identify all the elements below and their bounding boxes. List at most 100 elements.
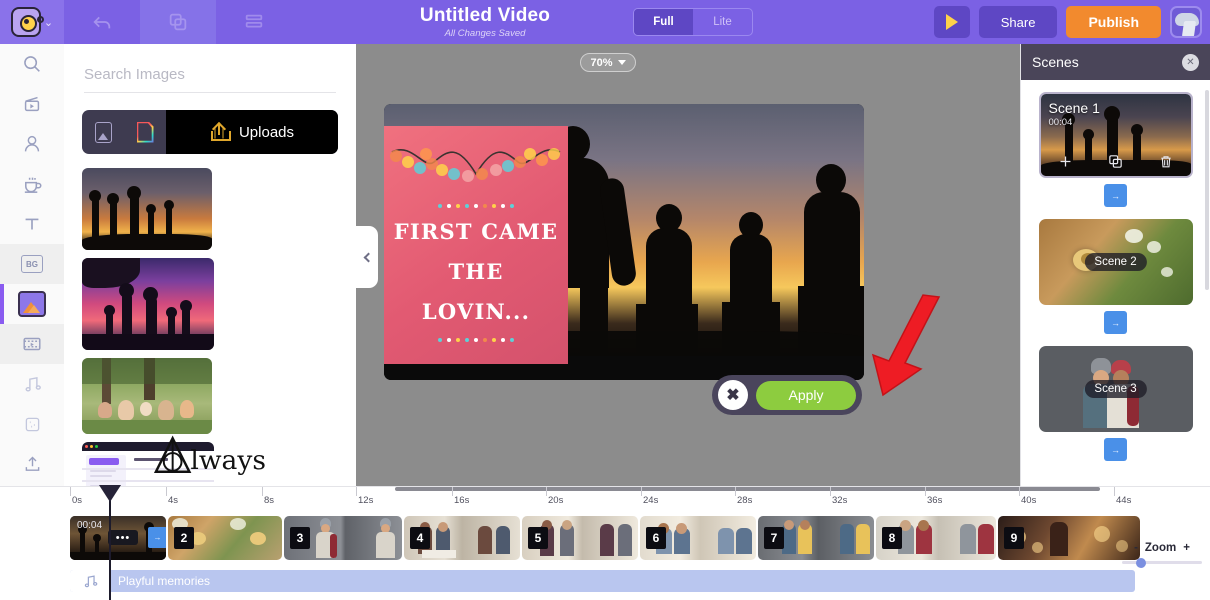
audio-track-name: Playful memories [118, 574, 210, 588]
images-panel: Search Images Uploads [64, 44, 356, 486]
video-stage[interactable]: First came the lovin... [384, 104, 864, 380]
dot-divider-top [384, 204, 568, 208]
table-row[interactable]: 00:04 ••• → [70, 516, 166, 560]
scene-card-2[interactable]: Scene 2 [1039, 219, 1193, 305]
ruler-tick: 16s [454, 495, 469, 506]
always-deathly-hallows-logo[interactable]: lways [152, 430, 270, 482]
scene-label: Scene 1 [1049, 100, 1100, 116]
coffee-cup-icon [21, 173, 44, 196]
search-input[interactable]: Search Images [84, 66, 336, 83]
clip-timestamp: 00:04 [77, 520, 102, 531]
tab-lite[interactable]: Lite [693, 9, 752, 35]
table-row[interactable]: 8 [876, 516, 996, 560]
clip-transition-1[interactable]: → [148, 527, 166, 548]
avatar[interactable] [1170, 6, 1202, 38]
overlay-text[interactable]: First came the lovin... [384, 212, 568, 332]
layers-icon [243, 11, 265, 33]
zoom-level-dropdown[interactable]: 70% [580, 53, 636, 72]
upload-icon [22, 454, 43, 475]
sidebar-item-clips[interactable] [0, 84, 64, 124]
cancel-button[interactable]: ✖ [718, 380, 748, 410]
sidebar-item-text[interactable] [0, 204, 64, 244]
table-row[interactable]: 6 [640, 516, 756, 560]
clip-menu-button[interactable]: ••• [108, 530, 138, 545]
share-button[interactable]: Share [979, 6, 1058, 38]
transition-button-1[interactable]: → [1104, 184, 1127, 207]
clapperboard-icon [21, 93, 43, 115]
play-icon [946, 14, 958, 30]
sidebar-item-upload[interactable] [0, 444, 64, 484]
scene-card-3[interactable]: Scene 3 [1039, 346, 1193, 432]
save-status: All Changes Saved [320, 28, 650, 39]
header-actions: Share Publish [934, 6, 1202, 38]
zoom-slider[interactable] [1122, 561, 1202, 564]
table-row[interactable]: 3 [284, 516, 402, 560]
thumbnail-family-in-forest[interactable] [82, 358, 212, 434]
tab-uploads[interactable]: Uploads [166, 110, 338, 154]
zoom-in-button[interactable]: + [1183, 542, 1190, 554]
clip-number: 2 [174, 527, 194, 549]
table-row[interactable]: 4 [404, 516, 520, 560]
playhead[interactable] [109, 487, 111, 600]
app-header: ⌄ Untitled Video All Changes Saved Full … [0, 0, 1210, 44]
duplicate-icon[interactable] [1107, 153, 1124, 170]
sidebar-item-effects[interactable] [0, 404, 64, 444]
ruler-tick: 44s [1116, 495, 1131, 506]
thumbnail-family-silhouette-sunset[interactable] [82, 168, 212, 250]
table-row[interactable]: 5 [522, 516, 638, 560]
sidebar-item-background[interactable]: BG [0, 244, 64, 284]
page-title[interactable]: Untitled Video [320, 5, 650, 27]
string-lights-icon [390, 140, 562, 202]
duplicate-icon [167, 11, 189, 33]
undo-icon [91, 11, 113, 33]
sidebar-item-props[interactable] [0, 164, 64, 204]
text-overlay-card[interactable]: First came the lovin... [384, 126, 568, 364]
overlay-line-2: the [384, 252, 568, 292]
layers-button[interactable] [216, 0, 292, 44]
duplicate-button[interactable] [140, 0, 216, 44]
close-icon[interactable]: ✕ [1182, 54, 1199, 71]
sidebar-item-characters[interactable] [0, 124, 64, 164]
scene-card-1[interactable]: Scene 1 00:04 [1039, 92, 1193, 178]
table-row[interactable]: 9 [998, 516, 1140, 560]
transition-button-3[interactable]: → [1104, 438, 1127, 461]
scenes-panel: Scenes ✕ Scene 1 00:04 → [1020, 44, 1210, 486]
tab-photos[interactable] [82, 110, 124, 154]
scene-label: Scene 2 [1084, 253, 1146, 271]
apply-button[interactable]: Apply [756, 381, 856, 410]
scenes-scrollbar[interactable] [1205, 90, 1209, 290]
search-row[interactable]: Search Images [84, 66, 336, 93]
publish-button[interactable]: Publish [1066, 6, 1161, 38]
mode-toggle[interactable]: Full Lite [633, 8, 753, 36]
plus-icon[interactable] [1057, 153, 1074, 170]
table-row[interactable]: 7 [758, 516, 874, 560]
scenes-header: Scenes ✕ [1021, 44, 1210, 80]
table-row[interactable]: 2 [168, 516, 282, 560]
preview-play-button[interactable] [934, 6, 970, 38]
transition-button-2[interactable]: → [1104, 311, 1127, 334]
sidebar-item-search[interactable] [0, 44, 64, 84]
dot-divider-bottom [384, 338, 568, 342]
zoom-label: Zoom [1145, 542, 1176, 554]
audio-track[interactable]: Playful memories [70, 570, 1135, 592]
ruler-tick: 24s [643, 495, 658, 506]
collapse-panel-button[interactable] [356, 226, 378, 288]
ruler-tick: 28s [737, 495, 752, 506]
sidebar-item-video[interactable] [0, 324, 64, 364]
tab-gifs[interactable] [124, 110, 166, 154]
trash-icon[interactable] [1158, 153, 1174, 170]
zoom-out-button[interactable]: - [1134, 542, 1138, 554]
timeline-ruler[interactable]: 0s 4s 8s 12s 16s 20s 24s 28s 32s 36s 40s… [64, 487, 1210, 513]
sidebar-item-images[interactable] [0, 284, 64, 324]
panel-tab-bar: Uploads [82, 110, 338, 154]
brand-menu[interactable]: ⌄ [0, 0, 64, 44]
clip-number: 8 [882, 527, 902, 549]
undo-button[interactable] [64, 0, 140, 44]
sidebar-item-music[interactable] [0, 364, 64, 404]
thumbnail-family-silhouette-purple-sky[interactable] [82, 258, 214, 350]
chevron-down-icon[interactable]: ⌄ [44, 16, 53, 29]
overlay-line-1: First came [384, 212, 568, 252]
tab-full[interactable]: Full [634, 9, 693, 35]
timeline: 0s 4s 8s 12s 16s 20s 24s 28s 32s 36s 40s… [0, 486, 1210, 600]
zoom-slider-knob[interactable] [1136, 558, 1146, 568]
